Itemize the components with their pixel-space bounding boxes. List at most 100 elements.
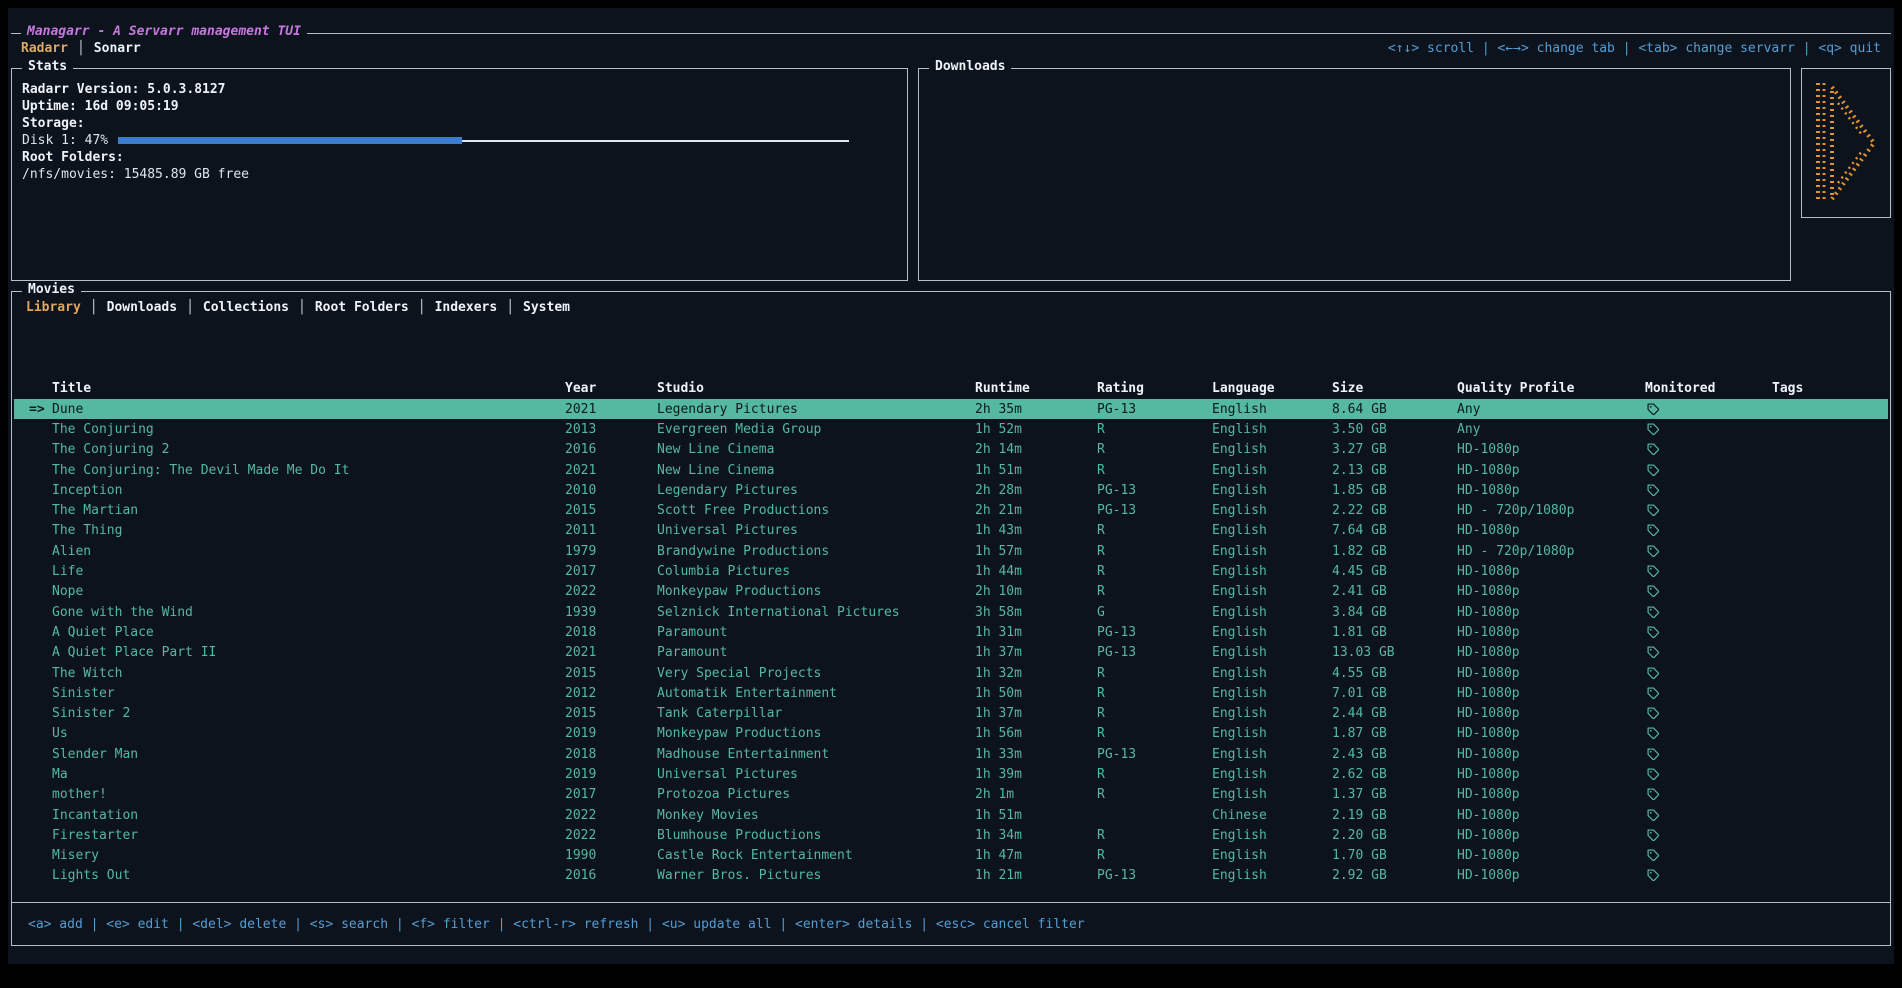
monitored-icon bbox=[1647, 443, 1660, 456]
cell-title: mother! bbox=[44, 787, 557, 802]
servarr-tab-radarr[interactable]: Radarr bbox=[21, 41, 68, 56]
cell-rating: R bbox=[1089, 523, 1204, 538]
cell-monitored bbox=[1637, 484, 1764, 497]
table-row[interactable]: Misery1990Castle Rock Entertainment1h 47… bbox=[14, 846, 1888, 866]
table-row[interactable]: A Quiet Place2018Paramount1h 31mPG-13Eng… bbox=[14, 622, 1888, 642]
cell-rating: PG-13 bbox=[1089, 868, 1204, 883]
cell-year: 2015 bbox=[557, 706, 649, 721]
cell-rating: R bbox=[1089, 828, 1204, 843]
cell-studio: Monkey Movies bbox=[649, 808, 967, 823]
cell-size: 2.43 GB bbox=[1324, 747, 1449, 762]
table-row[interactable]: The Conjuring2013Evergreen Media Group1h… bbox=[14, 419, 1888, 439]
servarr-tab-sonarr[interactable]: Sonarr bbox=[94, 41, 141, 56]
table-row[interactable]: Alien1979Brandywine Productions1h 57mREn… bbox=[14, 541, 1888, 561]
monitored-icon bbox=[1647, 849, 1660, 862]
table-row[interactable]: A Quiet Place Part II2021Paramount1h 37m… bbox=[14, 643, 1888, 663]
table-row[interactable]: Sinister 22015Tank Caterpillar1h 37mREng… bbox=[14, 703, 1888, 723]
table-row[interactable]: Life2017Columbia Pictures1h 44mREnglish4… bbox=[14, 561, 1888, 581]
radarr-version: Radarr Version: 5.0.3.8127 bbox=[22, 81, 897, 98]
cell-quality-profile: HD-1080p bbox=[1449, 564, 1637, 579]
top-block: Managarr - A Servarr management TUI Rada… bbox=[11, 33, 1891, 56]
cell-runtime: 1h 31m bbox=[967, 625, 1089, 640]
cell-quality-profile: HD-1080p bbox=[1449, 767, 1637, 782]
tab-separator: │ bbox=[409, 300, 435, 315]
cell-size: 1.37 GB bbox=[1324, 787, 1449, 802]
movies-tab-downloads[interactable]: Downloads bbox=[107, 300, 177, 315]
cell-title: Us bbox=[44, 726, 557, 741]
table-row[interactable]: Inception2010Legendary Pictures2h 28mPG-… bbox=[14, 480, 1888, 500]
monitored-icon bbox=[1647, 565, 1660, 578]
table-row[interactable]: Us2019Monkeypaw Productions1h 56mREnglis… bbox=[14, 724, 1888, 744]
table-row[interactable]: mother!2017Protozoa Pictures2h 1mREnglis… bbox=[14, 785, 1888, 805]
cell-monitored bbox=[1637, 707, 1764, 720]
cell-studio: Castle Rock Entertainment bbox=[649, 848, 967, 863]
cell-title: Lights Out bbox=[44, 868, 557, 883]
cell-rating: R bbox=[1089, 564, 1204, 579]
cell-size: 2.92 GB bbox=[1324, 868, 1449, 883]
table-row[interactable]: The Martian2015Scott Free Productions2h … bbox=[14, 500, 1888, 520]
cell-year: 2019 bbox=[557, 726, 649, 741]
cell-rating: R bbox=[1089, 767, 1204, 782]
monitored-icon bbox=[1647, 748, 1660, 761]
table-row[interactable]: The Thing2011Universal Pictures1h 43mREn… bbox=[14, 521, 1888, 541]
cell-size: 2.13 GB bbox=[1324, 463, 1449, 478]
cell-size: 4.45 GB bbox=[1324, 564, 1449, 579]
cell-title: Ma bbox=[44, 767, 557, 782]
cell-year: 1939 bbox=[557, 605, 649, 620]
movies-tab-collections[interactable]: Collections bbox=[203, 300, 289, 315]
cell-language: English bbox=[1204, 544, 1324, 559]
cell-studio: Tank Caterpillar bbox=[649, 706, 967, 721]
cell-rating: R bbox=[1089, 422, 1204, 437]
disk-gauge-label: Disk 1: 47% bbox=[22, 132, 108, 149]
movies-tab-library[interactable]: Library bbox=[26, 300, 81, 315]
servarr-tabs: Radarr│Sonarr bbox=[21, 41, 141, 56]
table-row[interactable]: Gone with the Wind1939Selznick Internati… bbox=[14, 602, 1888, 622]
table-row[interactable]: Firestarter2022Blumhouse Productions1h 3… bbox=[14, 825, 1888, 845]
cell-title: A Quiet Place bbox=[44, 625, 557, 640]
table-row[interactable]: Slender Man2018Madhouse Entertainment1h … bbox=[14, 744, 1888, 764]
cell-monitored bbox=[1637, 524, 1764, 537]
table-row[interactable]: Incantation2022Monkey Movies1h 51mChines… bbox=[14, 805, 1888, 825]
monitored-icon bbox=[1647, 524, 1660, 537]
movies-tab-root-folders[interactable]: Root Folders bbox=[315, 300, 409, 315]
column-header-year: Year bbox=[557, 381, 649, 396]
radarr-version-value: 5.0.3.8127 bbox=[147, 82, 225, 97]
movies-tab-indexers[interactable]: Indexers bbox=[435, 300, 498, 315]
movies-tab-system[interactable]: System bbox=[523, 300, 570, 315]
monitored-icon bbox=[1647, 403, 1660, 416]
cell-quality-profile: HD-1080p bbox=[1449, 442, 1637, 457]
cell-size: 2.22 GB bbox=[1324, 503, 1449, 518]
table-row[interactable]: Lights Out2016Warner Bros. Pictures1h 21… bbox=[14, 866, 1888, 886]
table-row[interactable]: =>Dune2021Legendary Pictures2h 35mPG-13E… bbox=[14, 399, 1888, 419]
tab-separator: │ bbox=[68, 41, 94, 56]
monitored-icon bbox=[1647, 585, 1660, 598]
managarr-logo bbox=[1810, 77, 1882, 209]
cell-monitored bbox=[1637, 606, 1764, 619]
disk-gauge-rest bbox=[462, 140, 849, 142]
cell-size: 3.84 GB bbox=[1324, 605, 1449, 620]
cell-monitored bbox=[1637, 626, 1764, 639]
cell-studio: Protozoa Pictures bbox=[649, 787, 967, 802]
cell-year: 2021 bbox=[557, 645, 649, 660]
table-row[interactable]: Sinister2012Automatik Entertainment1h 50… bbox=[14, 683, 1888, 703]
cell-runtime: 1h 21m bbox=[967, 868, 1089, 883]
cell-title: Inception bbox=[44, 483, 557, 498]
table-row[interactable]: The Conjuring: The Devil Made Me Do It20… bbox=[14, 460, 1888, 480]
table-row[interactable]: Nope2022Monkeypaw Productions2h 10mREngl… bbox=[14, 582, 1888, 602]
cell-year: 2015 bbox=[557, 503, 649, 518]
cell-quality-profile: HD-1080p bbox=[1449, 666, 1637, 681]
cell-title: Alien bbox=[44, 544, 557, 559]
cell-rating: PG-13 bbox=[1089, 503, 1204, 518]
cell-studio: Paramount bbox=[649, 625, 967, 640]
monitored-icon bbox=[1647, 504, 1660, 517]
cell-rating: R bbox=[1089, 848, 1204, 863]
cell-quality-profile: Any bbox=[1449, 402, 1637, 417]
table-row[interactable]: The Conjuring 22016New Line Cinema2h 14m… bbox=[14, 440, 1888, 460]
table-row[interactable]: The Witch2015Very Special Projects1h 32m… bbox=[14, 663, 1888, 683]
cell-year: 2017 bbox=[557, 564, 649, 579]
monitored-icon bbox=[1647, 667, 1660, 680]
movies-panel: Movies Library│Downloads│Collections│Roo… bbox=[11, 291, 1891, 946]
table-row[interactable]: Ma2019Universal Pictures1h 39mREnglish2.… bbox=[14, 764, 1888, 784]
cell-monitored bbox=[1637, 443, 1764, 456]
cell-year: 1990 bbox=[557, 848, 649, 863]
